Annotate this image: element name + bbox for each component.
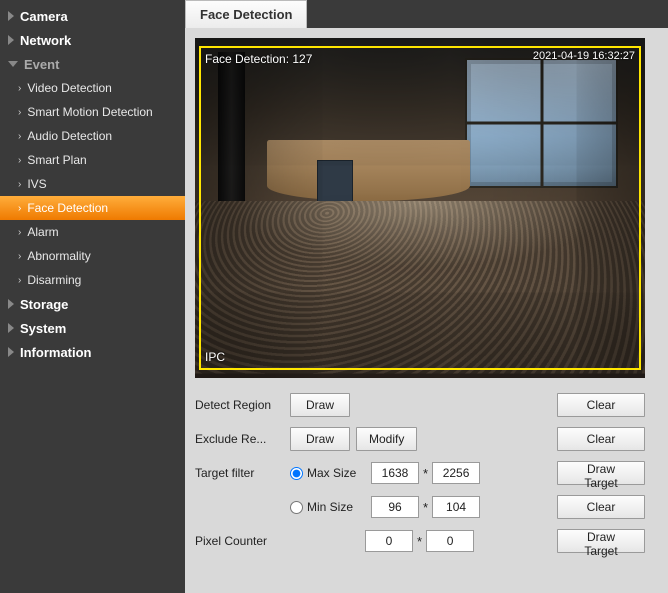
- chevron-right-icon: ›: [18, 203, 21, 214]
- nav-audio-detection[interactable]: › Audio Detection: [0, 124, 185, 148]
- nav-sub-label: Disarming: [27, 273, 81, 287]
- nav-ivs[interactable]: › IVS: [0, 172, 185, 196]
- max-size-label: Max Size: [307, 466, 363, 480]
- nav-smart-plan[interactable]: › Smart Plan: [0, 148, 185, 172]
- nav-label: Storage: [20, 297, 68, 312]
- detect-region-draw-button[interactable]: Draw: [290, 393, 350, 417]
- row-pixel-counter: Pixel Counter * Draw Target: [195, 526, 645, 556]
- nav-camera[interactable]: Camera: [0, 4, 185, 28]
- nav-sub-label: Smart Plan: [27, 153, 86, 167]
- nav-video-detection[interactable]: › Video Detection: [0, 76, 185, 100]
- max-size-width-input[interactable]: [371, 462, 419, 484]
- pixel-counter-draw-target-button[interactable]: Draw Target: [557, 529, 645, 553]
- detection-region-rect: [199, 46, 641, 370]
- chevron-right-icon: ›: [18, 131, 21, 142]
- exclude-region-clear-button[interactable]: Clear: [557, 427, 645, 451]
- nav-information[interactable]: Information: [0, 340, 185, 364]
- nav-storage[interactable]: Storage: [0, 292, 185, 316]
- nav-sub-label: IVS: [27, 177, 46, 191]
- nav-label: Information: [20, 345, 92, 360]
- min-size-clear-button[interactable]: Clear: [557, 495, 645, 519]
- size-separator: *: [423, 500, 428, 515]
- nav-label: Network: [20, 33, 71, 48]
- nav-network[interactable]: Network: [0, 28, 185, 52]
- max-size-draw-target-button[interactable]: Draw Target: [557, 461, 645, 485]
- chevron-down-icon: [8, 61, 18, 67]
- nav-sub-label: Abnormality: [27, 249, 90, 263]
- chevron-right-icon: ›: [18, 227, 21, 238]
- chevron-right-icon: ›: [18, 155, 21, 166]
- row-target-filter-min: Min Size * Clear: [195, 492, 645, 522]
- nav-smart-motion-detection[interactable]: › Smart Motion Detection: [0, 100, 185, 124]
- chevron-right-icon: [8, 323, 14, 333]
- min-size-radio[interactable]: [290, 501, 303, 514]
- overlay-channel: IPC: [205, 350, 225, 364]
- chevron-right-icon: ›: [18, 107, 21, 118]
- tab-bar: Face Detection: [185, 0, 668, 28]
- detect-region-clear-button[interactable]: Clear: [557, 393, 645, 417]
- size-separator: *: [423, 466, 428, 481]
- max-size-radio[interactable]: [290, 467, 303, 480]
- nav-sub-label: Video Detection: [27, 81, 112, 95]
- chevron-right-icon: ›: [18, 275, 21, 286]
- min-size-width-input[interactable]: [371, 496, 419, 518]
- nav-event[interactable]: Event: [0, 52, 185, 76]
- chevron-right-icon: [8, 299, 14, 309]
- pixel-counter-height-input[interactable]: [426, 530, 474, 552]
- nav-face-detection[interactable]: › Face Detection: [0, 196, 185, 220]
- max-size-height-input[interactable]: [432, 462, 480, 484]
- chevron-right-icon: [8, 35, 14, 45]
- overlay-timestamp: 2021-04-19 16:32:27: [533, 50, 635, 62]
- content-area: Face Detection: 127 2021-04-19 16:32:27 …: [185, 28, 668, 593]
- nav-alarm[interactable]: › Alarm: [0, 220, 185, 244]
- size-separator: *: [417, 534, 422, 549]
- sidebar: Camera Network Event › Video Detection ›…: [0, 0, 185, 593]
- row-exclude-region: Exclude Re... Draw Modify Clear: [195, 424, 645, 454]
- row-target-filter-max: Target filter Max Size * Draw Target: [195, 458, 645, 488]
- detect-region-label: Detect Region: [195, 398, 290, 412]
- nav-disarming[interactable]: › Disarming: [0, 268, 185, 292]
- nav-label: System: [20, 321, 66, 336]
- chevron-right-icon: ›: [18, 83, 21, 94]
- nav-abnormality[interactable]: › Abnormality: [0, 244, 185, 268]
- min-size-height-input[interactable]: [432, 496, 480, 518]
- nav-label: Camera: [20, 9, 68, 24]
- target-filter-label: Target filter: [195, 466, 290, 480]
- chevron-right-icon: [8, 11, 14, 21]
- video-preview[interactable]: Face Detection: 127 2021-04-19 16:32:27 …: [195, 38, 645, 378]
- nav-sub-label: Audio Detection: [27, 129, 112, 143]
- overlay-face-count: Face Detection: 127: [205, 52, 312, 66]
- row-detect-region: Detect Region Draw Clear: [195, 390, 645, 420]
- chevron-right-icon: [8, 347, 14, 357]
- pixel-counter-width-input[interactable]: [365, 530, 413, 552]
- nav-system[interactable]: System: [0, 316, 185, 340]
- pixel-counter-label: Pixel Counter: [195, 534, 290, 548]
- chevron-right-icon: ›: [18, 251, 21, 262]
- min-size-label: Min Size: [307, 500, 363, 514]
- nav-sub-label: Alarm: [27, 225, 58, 239]
- chevron-right-icon: ›: [18, 179, 21, 190]
- exclude-region-modify-button[interactable]: Modify: [356, 427, 417, 451]
- nav-label: Event: [24, 57, 59, 72]
- exclude-region-label: Exclude Re...: [195, 432, 290, 446]
- exclude-region-draw-button[interactable]: Draw: [290, 427, 350, 451]
- tab-label: Face Detection: [200, 7, 292, 22]
- nav-sub-label: Face Detection: [27, 201, 108, 215]
- main-panel: Face Detection Face Detection: 127 2021-…: [185, 0, 668, 593]
- tab-face-detection[interactable]: Face Detection: [185, 0, 307, 28]
- nav-sub-label: Smart Motion Detection: [27, 105, 152, 119]
